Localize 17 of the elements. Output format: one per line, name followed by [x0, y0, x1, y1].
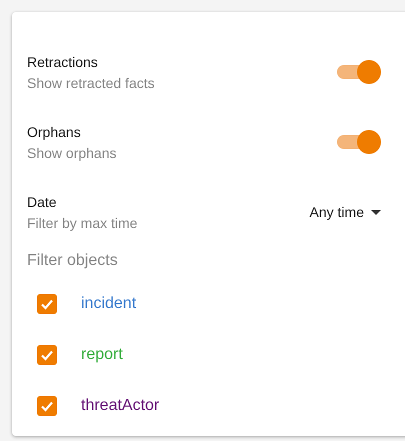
date-dropdown[interactable]: Any time [310, 204, 381, 220]
object-type-label: threatActor [81, 396, 160, 414]
caret-icon [371, 210, 381, 214]
setting-title: Date [27, 194, 58, 210]
setting-title: Retractions [27, 54, 99, 70]
checkbox[interactable] [37, 396, 57, 416]
checkbox[interactable] [37, 294, 57, 314]
toggle-switch[interactable] [335, 128, 383, 156]
setting-description: Show orphans [27, 144, 118, 160]
toggle-switch[interactable] [335, 58, 383, 86]
section-heading: Filter objects [27, 252, 119, 270]
checkbox[interactable] [37, 344, 57, 364]
setting-description: Filter by max time [27, 214, 138, 230]
object-type-label: incident [81, 294, 136, 312]
object-type-label: report [81, 346, 123, 364]
setting-title: Orphans [27, 124, 82, 140]
setting-description: Show retracted facts [27, 74, 156, 90]
